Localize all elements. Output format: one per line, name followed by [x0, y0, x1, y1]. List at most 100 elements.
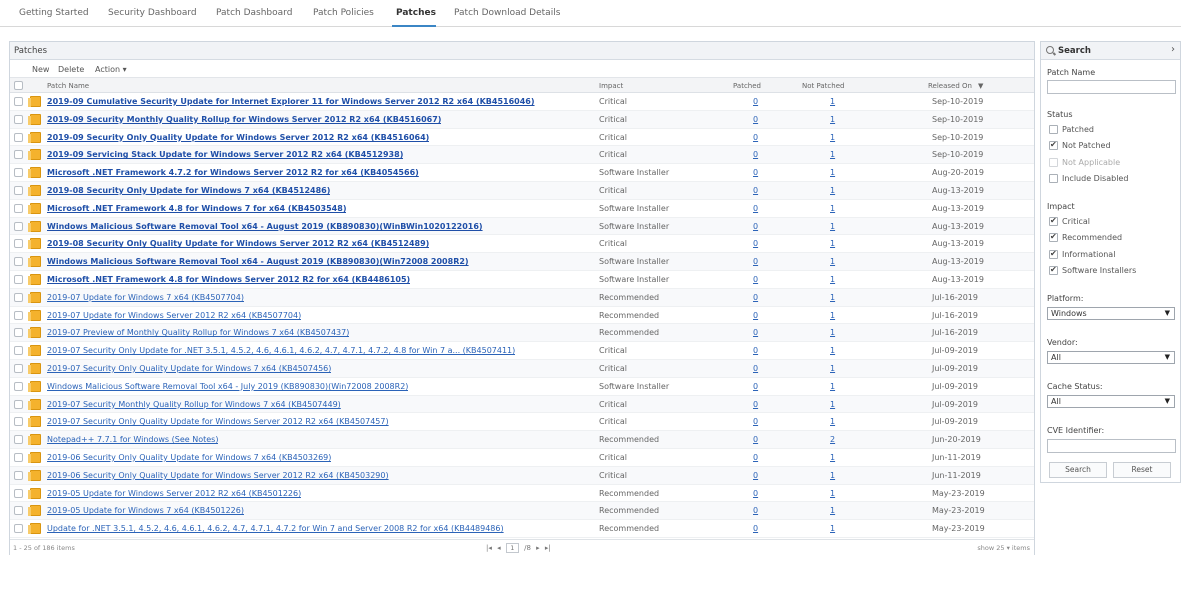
patched-count-link[interactable]: 0: [753, 435, 758, 444]
row-checkbox[interactable]: [14, 417, 23, 427]
patched-count-link[interactable]: 0: [753, 506, 758, 515]
row-checkbox[interactable]: [14, 203, 23, 213]
not-patched-count-link[interactable]: 1: [830, 275, 835, 284]
checkbox[interactable]: [1049, 125, 1058, 134]
not-patched-count-link[interactable]: 2: [830, 435, 835, 444]
not-patched-count-link[interactable]: 1: [830, 524, 835, 533]
row-checkbox[interactable]: [14, 114, 23, 124]
row-checkbox[interactable]: [14, 132, 23, 142]
patch-name-link[interactable]: Windows Malicious Software Removal Tool …: [47, 257, 469, 266]
first-page-icon[interactable]: |◂: [486, 544, 492, 552]
patched-count-link[interactable]: 0: [753, 150, 758, 159]
patched-count-link[interactable]: 0: [753, 97, 758, 106]
table-row[interactable]: 2019-07 Security Monthly Quality Rollup …: [10, 395, 1034, 414]
table-row[interactable]: Microsoft .NET Framework 4.8 for Windows…: [10, 271, 1034, 289]
table-row[interactable]: 2019-06 Security Only Quality Update for…: [10, 449, 1034, 467]
patched-count-link[interactable]: 0: [753, 471, 758, 480]
tab-patch-download-details[interactable]: Patch Download Details: [454, 8, 560, 18]
patch-name-link[interactable]: Notepad++ 7.7.1 for Windows (See Notes): [47, 435, 218, 444]
new-button[interactable]: New: [32, 65, 49, 74]
patched-count-link[interactable]: 0: [753, 186, 758, 195]
row-checkbox[interactable]: [14, 97, 23, 106]
tab-getting-started[interactable]: Getting Started: [19, 8, 89, 18]
row-checkbox[interactable]: [14, 435, 23, 445]
row-checkbox[interactable]: [14, 292, 23, 302]
table-row[interactable]: 2019-09 Cumulative Security Update for I…: [10, 93, 1034, 111]
not-patched-count-link[interactable]: 1: [830, 400, 835, 409]
column-header-impact[interactable]: Impact: [599, 82, 623, 90]
patch-name-link[interactable]: 2019-07 Security Only Quality Update for…: [47, 364, 331, 373]
table-row[interactable]: Notepad++ 7.7.1 for Windows (See Notes) R…: [10, 431, 1034, 449]
patched-count-link[interactable]: 0: [753, 133, 758, 142]
row-checkbox[interactable]: [14, 310, 23, 320]
not-patched-count-link[interactable]: 1: [830, 471, 835, 480]
patch-name-link[interactable]: Windows Malicious Software Removal Tool …: [47, 382, 408, 391]
checked-checkbox[interactable]: [1049, 140, 1058, 151]
patch-name-link[interactable]: 2019-09 Security Only Quality Update for…: [47, 133, 429, 142]
column-header-patch-name[interactable]: Patch Name: [47, 82, 89, 90]
table-row[interactable]: 2019-07 Preview of Monthly Quality Rollu…: [10, 324, 1034, 343]
row-checkbox[interactable]: [14, 239, 23, 249]
row-checkbox[interactable]: [14, 275, 23, 284]
table-row[interactable]: 2019-09 Servicing Stack Update for Windo…: [10, 146, 1034, 165]
patch-name-link[interactable]: 2019-09 Security Monthly Quality Rollup …: [47, 115, 441, 124]
patch-name-link[interactable]: 2019-07 Security Monthly Quality Rollup …: [47, 400, 341, 409]
patch-name-link[interactable]: 2019-06 Security Only Quality Update for…: [47, 453, 331, 462]
page-size-select[interactable]: show 25 ▾ items: [977, 544, 1030, 552]
patch-name-link[interactable]: 2019-09 Servicing Stack Update for Windo…: [47, 150, 403, 159]
checked-checkbox[interactable]: [1049, 216, 1058, 226]
table-row[interactable]: 2019-07 Security Only Quality Update for…: [10, 413, 1034, 432]
patched-count-link[interactable]: 0: [753, 168, 758, 177]
patched-count-link[interactable]: 0: [753, 115, 758, 124]
patched-count-link[interactable]: 0: [753, 364, 758, 373]
column-header-not-patched[interactable]: Not Patched: [802, 82, 844, 90]
patch-name-link[interactable]: Windows Malicious Software Removal Tool …: [47, 222, 483, 231]
row-checkbox[interactable]: [14, 470, 23, 480]
next-page-icon[interactable]: ▸: [536, 544, 540, 552]
table-row[interactable]: 2019-07 Update for Windows 7 x64 (KB4507…: [10, 288, 1034, 307]
patch-name-link[interactable]: 2019-09 Cumulative Security Update for I…: [47, 97, 535, 106]
prev-page-icon[interactable]: ◂: [497, 544, 501, 552]
table-row[interactable]: 2019-09 Security Monthly Quality Rollup …: [10, 110, 1034, 129]
not-patched-count-link[interactable]: 1: [830, 222, 835, 231]
patch-name-link[interactable]: 2019-08 Security Only Update for Windows…: [47, 186, 330, 195]
patch-name-link[interactable]: 2019-06 Security Only Quality Update for…: [47, 471, 389, 480]
checked-checkbox[interactable]: [1049, 249, 1058, 259]
not-patched-count-link[interactable]: 1: [830, 417, 835, 426]
not-patched-count-link[interactable]: 1: [830, 186, 835, 195]
table-row[interactable]: Microsoft .NET Framework 4.8 for Windows…: [10, 200, 1034, 218]
row-checkbox[interactable]: [14, 257, 23, 267]
table-row[interactable]: Windows Malicious Software Removal Tool …: [10, 253, 1034, 271]
row-checkbox[interactable]: [14, 488, 23, 498]
patched-count-link[interactable]: 0: [753, 257, 758, 266]
checkbox[interactable]: [1049, 173, 1058, 183]
patched-count-link[interactable]: 0: [753, 400, 758, 409]
checked-checkbox[interactable]: [1049, 232, 1058, 243]
table-row[interactable]: 2019-07 Security Only Update for .NET 3.…: [10, 342, 1034, 360]
patched-count-link[interactable]: 0: [753, 275, 758, 284]
table-row[interactable]: 2019-05 Update for Windows Server 2012 R…: [10, 485, 1034, 503]
patch-name-link[interactable]: Microsoft .NET Framework 4.7.2 for Windo…: [47, 168, 419, 177]
patch-name-link[interactable]: 2019-05 Update for Windows 7 x64 (KB4501…: [47, 506, 244, 515]
row-checkbox[interactable]: [14, 346, 23, 356]
patched-count-link[interactable]: 0: [753, 293, 758, 302]
patched-count-link[interactable]: 0: [753, 382, 758, 391]
delete-button[interactable]: Delete: [58, 65, 84, 74]
tab-security-dashboard[interactable]: Security Dashboard: [108, 8, 197, 18]
last-page-icon[interactable]: ▸|: [545, 544, 551, 552]
patched-count-link[interactable]: 0: [753, 489, 758, 498]
patched-count-link[interactable]: 0: [753, 328, 758, 337]
row-checkbox[interactable]: [14, 506, 23, 516]
patched-count-link[interactable]: 0: [753, 453, 758, 462]
not-patched-count-link[interactable]: 1: [830, 257, 835, 266]
row-checkbox[interactable]: [14, 453, 23, 462]
platform-select[interactable]: Windows ▼: [1047, 307, 1175, 320]
row-checkbox[interactable]: [14, 221, 23, 231]
not-patched-count-link[interactable]: 1: [830, 133, 835, 142]
not-patched-count-link[interactable]: 1: [830, 239, 835, 248]
not-patched-count-link[interactable]: 1: [830, 453, 835, 462]
not-patched-count-link[interactable]: 1: [830, 489, 835, 498]
vendor-select[interactable]: All ▼: [1047, 351, 1175, 364]
reset-button[interactable]: Reset: [1113, 462, 1171, 478]
table-row[interactable]: 2019-09 Security Only Quality Update for…: [10, 129, 1034, 147]
